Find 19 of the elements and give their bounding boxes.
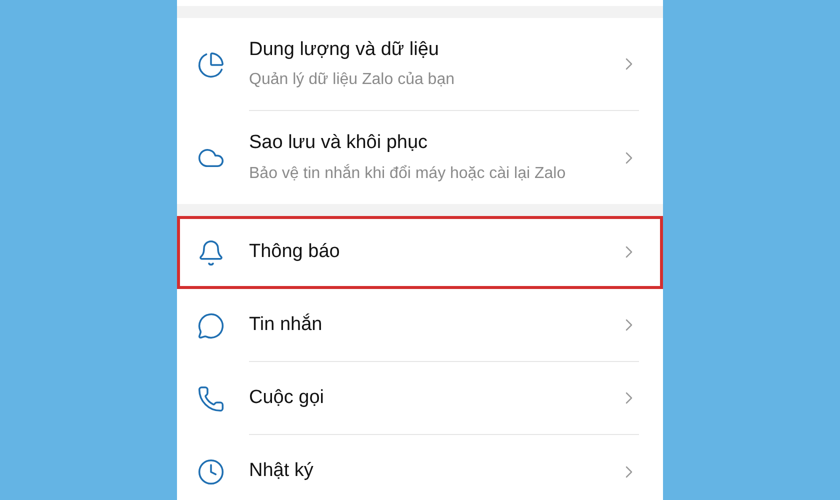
settings-item[interactable]: Dung lượng và dữ liệu Quản lý dữ liệu Zalo của bạn: [177, 18, 663, 111]
settings-item[interactable]: Tin nhắn: [177, 289, 663, 362]
item-title: Cuộc gọi: [249, 386, 325, 410]
item-title: Dung lượng và dữ liệu: [249, 38, 440, 62]
settings-item[interactable]: Sao lưu và khôi phục Bảo vệ tin nhắn khi đổi máy hoặc cài lại Zalo: [177, 111, 663, 204]
chat-bubble-icon: [197, 312, 225, 340]
clock-icon: [197, 458, 225, 486]
settings-item[interactable]: Cuộc gọi: [177, 362, 663, 435]
item-title: Sao lưu và khôi phục: [249, 131, 429, 156]
bell-icon: [197, 238, 225, 266]
settings-item[interactable]: Thông báo: [177, 216, 663, 289]
item-title: Tin nhắn: [249, 312, 324, 337]
pie-chart-icon: [197, 50, 225, 78]
item-title: Thông báo: [249, 240, 341, 264]
item-subtitle: Quản lý dữ liệu Zalo của bạn: [249, 70, 456, 90]
item-subtitle: Bảo vệ tin nhắn khi đổi máy hoặc cài lại Zalo: [249, 163, 567, 184]
phone-icon: [197, 384, 225, 412]
item-title: Nhật ký: [249, 459, 314, 484]
settings-item[interactable]: Nhật ký: [177, 435, 663, 500]
